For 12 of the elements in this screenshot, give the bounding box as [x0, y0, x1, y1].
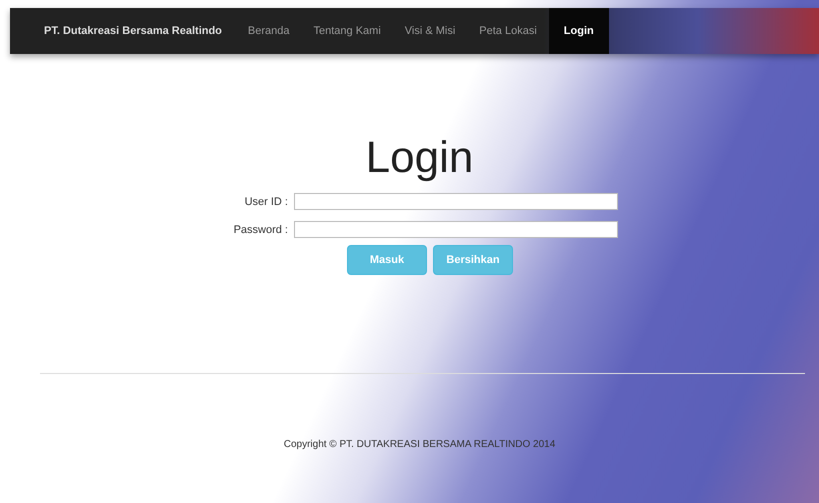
- nav-link[interactable]: Tentang Kami: [302, 8, 393, 54]
- input-field[interactable]: [294, 221, 618, 238]
- field-label: Password :: [232, 222, 288, 238]
- nav-link[interactable]: Beranda: [236, 8, 302, 54]
- nav-link[interactable]: Login: [548, 8, 609, 54]
- nav-link[interactable]: Peta Lokasi: [467, 8, 549, 54]
- copyright-text: Copyright © PT. DUTAKREASI BERSAMA REALTINDO 2014: [282, 438, 556, 452]
- nav-link[interactable]: Visi & Misi: [392, 8, 468, 54]
- input-field[interactable]: [294, 193, 618, 210]
- brand-link[interactable]: PT. Dutakreasi Bersama Realtindo: [10, 8, 236, 54]
- field-label: User ID :: [244, 194, 288, 210]
- page-title: Login: [364, 134, 474, 182]
